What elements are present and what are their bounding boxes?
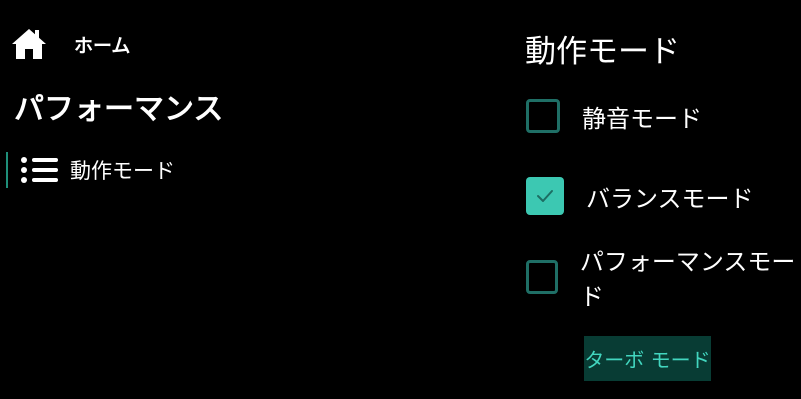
option-balance-mode[interactable]: バランスモード (526, 175, 754, 217)
app-window: ホーム パフォーマンス 動作モード 動作モード 静音モード バランスモード パフ… (0, 0, 801, 399)
nav-item-label: 動作モード (70, 159, 175, 183)
checkmark-icon (537, 190, 553, 202)
performance-mode-checkbox[interactable] (526, 260, 558, 294)
home-label: ホーム (74, 34, 131, 57)
selection-indicator (6, 152, 8, 188)
home-icon (10, 26, 48, 62)
option-label: パフォーマンスモード (579, 248, 796, 311)
balance-mode-checkbox[interactable] (526, 177, 564, 215)
option-label: 静音モード (582, 104, 702, 133)
list-icon (20, 155, 60, 185)
page-title: パフォーマンス (14, 92, 224, 127)
home-link[interactable]: ホーム (10, 26, 130, 62)
section-title: 動作モード (525, 34, 680, 70)
option-label: バランスモード (586, 184, 754, 213)
quiet-mode-checkbox[interactable] (526, 99, 560, 133)
nav-item-operation-mode[interactable]: 動作モード (6, 152, 246, 188)
turbo-mode-button[interactable]: ターボ モード (584, 336, 711, 381)
option-quiet-mode[interactable]: 静音モード (526, 95, 702, 137)
option-performance-mode[interactable]: パフォーマンスモード (526, 248, 801, 311)
